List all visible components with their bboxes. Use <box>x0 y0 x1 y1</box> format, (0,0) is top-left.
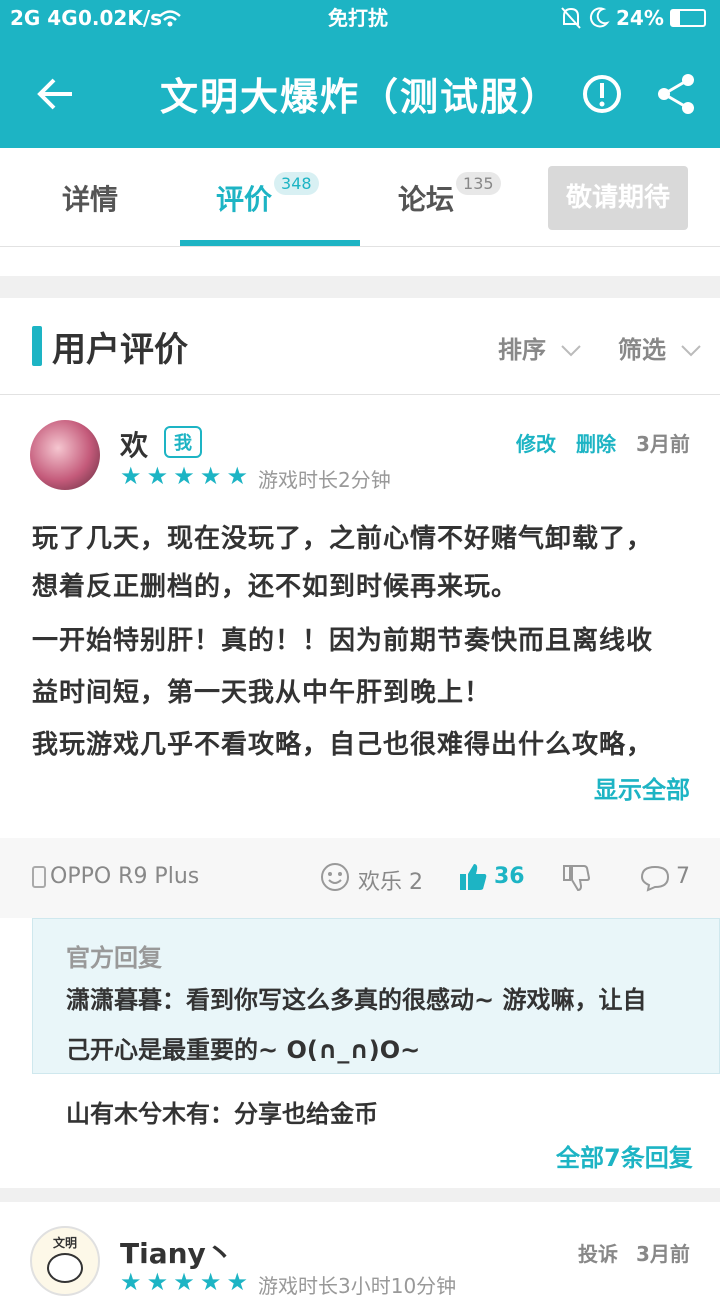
playtime: 游戏时长2分钟 <box>258 468 391 492</box>
section-gap <box>0 1188 720 1202</box>
review-count-badge: 348 <box>274 172 319 195</box>
star-icon: ★ <box>173 462 195 490</box>
active-tab-indicator <box>180 240 360 246</box>
divider <box>0 394 720 395</box>
bell-off-icon <box>561 7 581 29</box>
mascot-face-icon <box>47 1253 83 1283</box>
reviewer-name[interactable]: Tiany丶 <box>120 1232 234 1272</box>
official-reply-text: 己开心是最重要的~ O(∩_∩)O~ <box>66 1036 421 1064</box>
wifi-icon <box>159 10 181 27</box>
all-replies-link[interactable]: 全部7条回复 <box>556 1138 693 1173</box>
avatar[interactable] <box>30 420 100 490</box>
star-icon: ★ <box>146 462 169 490</box>
coming-soon-button[interactable]: 敬请期待 <box>548 166 688 230</box>
thumbs-up-icon[interactable] <box>458 862 488 892</box>
chevron-down-icon <box>561 345 582 357</box>
me-badge: 我 <box>164 426 202 458</box>
review-time: 3月前 <box>636 1242 690 1266</box>
avatar[interactable]: 文明 <box>30 1226 100 1296</box>
delete-link[interactable]: 删除 <box>576 428 616 457</box>
review-text-line: 益时间短，第一天我从中午肝到晚上！ <box>32 678 492 708</box>
user-reply[interactable]: 山有木兮木有：分享也给金币 <box>66 1094 378 1129</box>
star-icon: ★ <box>146 1268 169 1296</box>
forum-count-badge: 135 <box>456 172 501 195</box>
device-name: OPPO R9 Plus <box>50 864 200 889</box>
tab-reviews[interactable]: 评价 348 <box>216 172 319 218</box>
review-text-line: 一开始特别肝！真的！！因为前期节奏快而且离线收 <box>32 626 654 656</box>
edit-link[interactable]: 修改 <box>516 428 556 457</box>
network-speed: 0.02K/s <box>78 6 163 30</box>
thumbs-down-icon[interactable] <box>562 864 590 892</box>
star-rating: ★ ★ ★ ★ ★ <box>120 1268 248 1296</box>
section-accent-bar <box>32 326 42 366</box>
star-icon: ★ <box>173 1268 195 1296</box>
star-icon: ★ <box>226 462 248 490</box>
comment-icon[interactable] <box>640 864 670 892</box>
comment-count: 7 <box>676 864 690 889</box>
battery-icon <box>670 9 706 27</box>
review-text-line: 想着反正删档的，还不如到时候再来玩。 <box>32 572 519 602</box>
avatar-label: 文明 <box>52 1236 77 1250</box>
moon-icon <box>589 7 610 28</box>
filter-dropdown[interactable]: 筛选 <box>618 330 702 365</box>
section-title: 用户评价 <box>52 330 188 370</box>
review-text-line: 我玩游戏几乎不看攻略，自己也很难得出什么攻略， <box>32 730 654 760</box>
star-icon: ★ <box>199 1268 222 1296</box>
report-link[interactable]: 投诉 <box>578 1238 618 1267</box>
star-icon: ★ <box>120 1268 142 1296</box>
star-icon: ★ <box>199 462 222 490</box>
section-gap <box>0 276 720 298</box>
tab-details[interactable]: 详情 <box>62 178 118 218</box>
report-icon[interactable] <box>578 70 626 118</box>
review-text-line: 玩了几天，现在没玩了，之前心情不好赌气卸载了， <box>32 524 654 554</box>
star-icon: ★ <box>120 462 142 490</box>
tab-forum[interactable]: 论坛 135 <box>398 172 501 218</box>
battery-percent: 24% <box>616 6 664 30</box>
share-icon[interactable] <box>652 70 700 118</box>
smile-icon[interactable] <box>320 862 350 892</box>
chevron-down-icon <box>681 345 702 357</box>
sort-dropdown[interactable]: 排序 <box>498 330 582 365</box>
phone-icon <box>32 866 46 888</box>
fun-count: 欢乐 2 <box>358 870 423 895</box>
like-count: 36 <box>494 864 525 889</box>
star-icon: ★ <box>226 1268 248 1296</box>
show-all-link[interactable]: 显示全部 <box>594 770 690 805</box>
signal-status: 2G 4G <box>10 6 78 30</box>
official-reply-title: 官方回复 <box>66 944 162 972</box>
playtime: 游戏时长3小时10分钟 <box>258 1274 457 1298</box>
star-rating: ★ ★ ★ ★ ★ <box>120 462 248 490</box>
review-time: 3月前 <box>636 432 690 456</box>
official-reply-text: 潇潇暮暮：看到你写这么多真的很感动~ 游戏嘛，让自 <box>66 986 647 1014</box>
reviewer-name[interactable]: 欢 <box>120 424 148 464</box>
do-not-disturb-label: 免打扰 <box>328 6 388 30</box>
